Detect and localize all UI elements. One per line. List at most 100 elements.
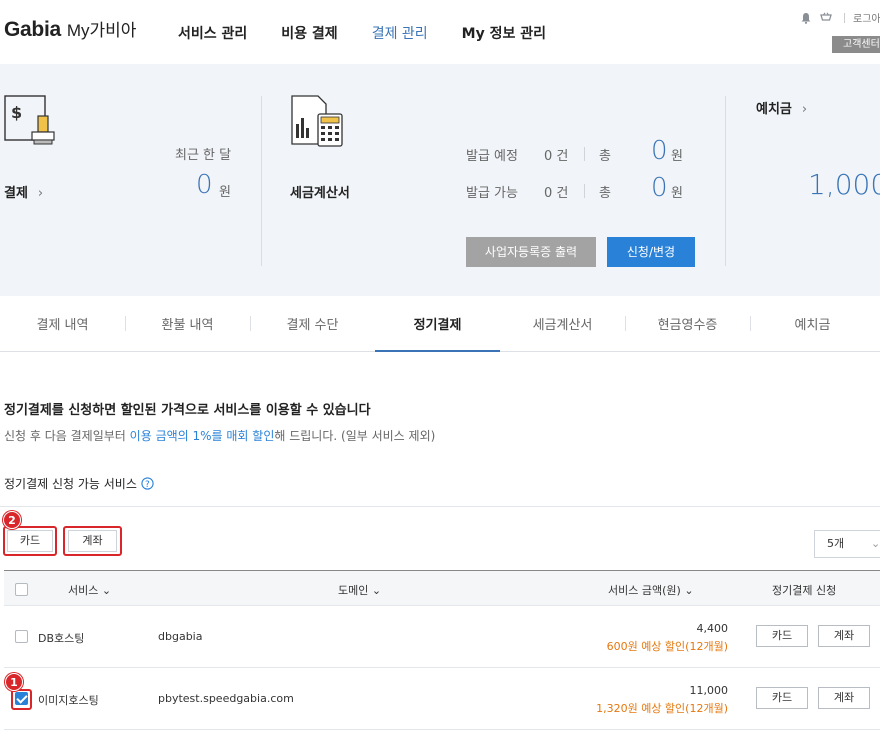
tax-row-total: 0	[651, 136, 668, 166]
chevron-right-icon: ›	[37, 186, 44, 201]
row-service: DB호스팅	[38, 632, 85, 645]
util-bar: 로그아	[800, 10, 880, 25]
sort-icon: ⌄	[684, 584, 694, 597]
row-amount: 11,000	[689, 684, 729, 697]
deposit-link[interactable]: 예치금 ›	[756, 98, 807, 117]
th-apply: 정기결제 신청	[772, 584, 837, 597]
logout-link[interactable]: 로그아	[853, 10, 880, 25]
row-service: 이미지호스팅	[38, 694, 99, 707]
tax-row-unit: 원	[671, 148, 683, 164]
row-domain: pbytest.speedgabia.com	[158, 692, 294, 705]
tax-invoice-calculator-icon	[291, 95, 343, 147]
tab-tax-invoice[interactable]: 세금계산서	[500, 296, 625, 351]
payment-stamp-icon: $	[4, 95, 55, 145]
row-checkbox[interactable]	[15, 630, 28, 643]
step-badge-2: 2	[3, 511, 21, 529]
row-discount: 1,320원 예상 할인(12개월)	[596, 702, 728, 715]
payment-label: 결제	[4, 186, 28, 201]
step-badge-1: 1	[5, 673, 23, 691]
th-service[interactable]: 서비스 ⌄	[68, 582, 111, 598]
svg-text:$: $	[11, 103, 22, 122]
payment-link[interactable]: 결제 ›	[4, 182, 43, 201]
logo[interactable]: Gabia My가비아	[4, 16, 136, 42]
intro-title: 정기결제를 신청하면 할인된 가격으로 서비스를 이용할 수 있습니다	[4, 403, 371, 418]
th-service-label: 서비스	[68, 584, 99, 597]
summary-divider	[725, 96, 726, 266]
recent-month-value: 0	[196, 170, 213, 200]
tax-row-total-label: 총	[599, 185, 611, 201]
table-header: 서비스 ⌄ 도메인 ⌄ 서비스 금액(원) ⌄ 정기결제 신청	[4, 570, 880, 606]
customer-center-button[interactable]: 고객센터	[832, 36, 880, 53]
row-domain: dbgabia	[158, 630, 203, 643]
tax-row-label: 발급 예정	[466, 148, 518, 164]
util-divider	[844, 12, 845, 23]
tab-payment-method[interactable]: 결제 수단	[250, 296, 375, 351]
section-title: 정기결제 신청 가능 서비스 ?	[4, 475, 154, 492]
tab-deposit[interactable]: 예치금	[750, 296, 875, 351]
table-row: 이미지호스팅 pbytest.speedgabia.com 11,000 1,3…	[4, 668, 880, 730]
deposit-value: 1,000	[808, 168, 880, 201]
table-row: DB호스팅 dbgabia 4,400 600원 예상 할인(12개월) 카드 …	[4, 606, 880, 668]
row-account-button[interactable]: 계좌	[818, 625, 870, 647]
sort-icon: ⌄	[101, 584, 112, 597]
tax-row-label: 발급 가능	[466, 185, 518, 201]
section-title-text: 정기결제 신청 가능 서비스	[4, 477, 137, 491]
nav-service-manage[interactable]: 서비스 관리	[178, 23, 247, 43]
intro-desc-pre: 신청 후 다음 결제일부터	[4, 429, 130, 443]
tab-refund-history[interactable]: 환불 내역	[125, 296, 250, 351]
th-domain-label: 도메인	[338, 584, 369, 597]
tax-row-count: 0 건	[544, 148, 569, 164]
recent-month-unit: 원	[219, 185, 231, 200]
summary-divider	[261, 96, 262, 266]
row-card-button[interactable]: 카드	[756, 687, 808, 709]
apply-change-button[interactable]: 신청/변경	[607, 237, 695, 267]
cart-icon[interactable]	[820, 11, 832, 24]
top-header: Gabia My가비아 서비스 관리 비용 결제 결제 관리 My 정보 관리 로…	[0, 0, 880, 64]
logo-brand: Gabia	[4, 18, 61, 41]
highlight-box	[11, 689, 32, 710]
row-card-button[interactable]: 카드	[756, 625, 808, 647]
th-amount[interactable]: 서비스 금액(원) ⌄	[608, 582, 694, 598]
chevron-down-icon: ⌄	[871, 537, 880, 550]
tax-row-divider	[584, 184, 585, 198]
tax-row-total-label: 총	[599, 148, 611, 164]
intro-desc-highlight: 이용 금액의 1%를 매회 할인	[129, 429, 275, 443]
chevron-right-icon: ›	[801, 102, 808, 117]
intro-description: 신청 후 다음 결제일부터 이용 금액의 1%를 매회 할인해 드립니다. (일…	[4, 427, 435, 444]
nav-cost-payment[interactable]: 비용 결제	[281, 23, 337, 43]
tab-cash-receipt[interactable]: 현금영수증	[625, 296, 750, 351]
tax-row-divider	[584, 147, 585, 161]
tax-row-total: 0	[651, 173, 668, 203]
row-amount: 4,400	[696, 622, 729, 635]
logo-sub: My가비아	[66, 21, 137, 40]
section-divider	[0, 506, 880, 507]
tax-row-available: 발급 가능 0 건 총 0 원	[466, 173, 683, 203]
select-all-checkbox[interactable]	[15, 583, 28, 596]
nav-payment-manage[interactable]: 결제 관리	[372, 23, 428, 43]
row-account-button[interactable]: 계좌	[818, 687, 870, 709]
highlight-box	[3, 526, 57, 556]
th-amount-label: 서비스 금액(원)	[608, 584, 681, 597]
page-size-select[interactable]: 5개 ⌄	[814, 530, 880, 558]
tax-row-scheduled: 발급 예정 0 건 총 0 원	[466, 136, 683, 166]
bell-icon[interactable]	[800, 12, 812, 24]
sort-icon: ⌄	[371, 584, 382, 597]
main-nav: 서비스 관리 비용 결제 결제 관리 My 정보 관리	[178, 23, 580, 43]
row-discount: 600원 예상 할인(12개월)	[606, 640, 728, 653]
tax-row-count: 0 건	[544, 185, 569, 201]
page-size-value: 5개	[827, 537, 845, 550]
tab-recurring-payment[interactable]: 정기결제	[375, 296, 500, 352]
payment-tabs: 결제 내역 환불 내역 결제 수단 정기결제 세금계산서 현금영수증 예치금	[0, 296, 880, 352]
svg-text:?: ?	[145, 480, 150, 490]
nav-my-info[interactable]: My 정보 관리	[462, 23, 546, 43]
th-domain[interactable]: 도메인 ⌄	[338, 582, 381, 598]
tax-row-unit: 원	[671, 185, 683, 201]
recent-month-label: 최근 한 달	[175, 148, 232, 163]
tab-payment-history[interactable]: 결제 내역	[0, 296, 125, 351]
help-icon[interactable]: ?	[141, 477, 154, 490]
print-business-registration-button[interactable]: 사업자등록증 출력	[466, 237, 596, 267]
highlight-box	[63, 526, 122, 556]
deposit-label: 예치금	[756, 102, 792, 117]
tax-invoice-label: 세금계산서	[290, 186, 350, 201]
intro-desc-post: 해 드립니다. (일부 서비스 제외)	[274, 429, 436, 443]
